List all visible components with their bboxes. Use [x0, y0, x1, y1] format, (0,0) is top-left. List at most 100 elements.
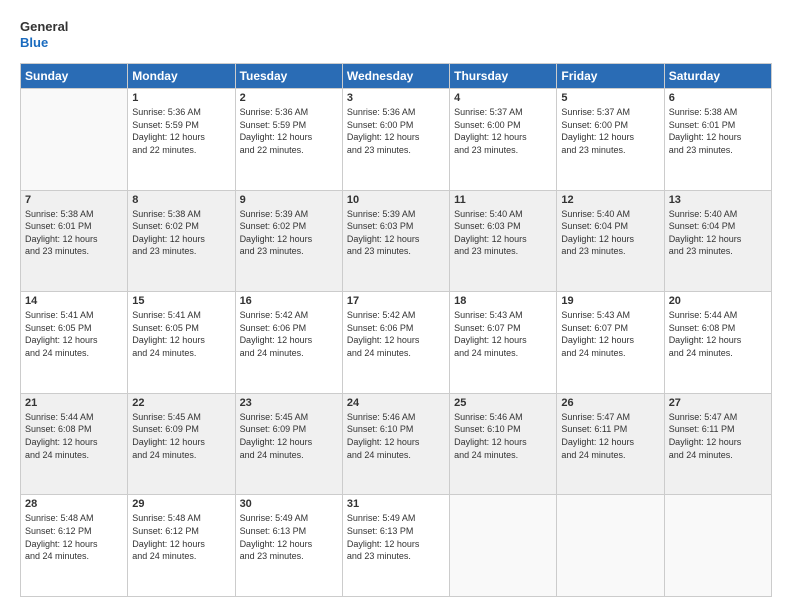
day-info: Sunrise: 5:40 AM Sunset: 6:04 PM Dayligh…	[561, 208, 659, 258]
day-number: 11	[454, 194, 552, 206]
day-number: 12	[561, 194, 659, 206]
calendar-day-cell	[664, 495, 771, 597]
day-info: Sunrise: 5:47 AM Sunset: 6:11 PM Dayligh…	[669, 411, 767, 461]
svg-text:General: General	[20, 19, 68, 34]
calendar-day-cell: 2 Sunrise: 5:36 AM Sunset: 5:59 PM Daylig…	[235, 89, 342, 191]
day-info: Sunrise: 5:43 AM Sunset: 6:07 PM Dayligh…	[561, 309, 659, 359]
day-number: 2	[240, 92, 338, 104]
calendar-day-cell: 4Sunrise: 5:37 AM Sunset: 6:00 PM Daylig…	[450, 89, 557, 191]
weekday-sunday: Sunday	[21, 64, 128, 89]
day-number: 13	[669, 194, 767, 206]
day-info: Sunrise: 5:40 AM Sunset: 6:03 PM Dayligh…	[454, 208, 552, 258]
day-number: 28	[25, 498, 123, 510]
day-info: Sunrise: 5:44 AM Sunset: 6:08 PM Dayligh…	[25, 411, 123, 461]
day-info: Sunrise: 5:41 AM Sunset: 6:05 PM Dayligh…	[132, 309, 230, 359]
calendar-day-cell: 20Sunrise: 5:44 AM Sunset: 6:08 PM Dayli…	[664, 292, 771, 394]
day-info: Sunrise: 5:36 AM Sunset: 6:00 PM Dayligh…	[347, 106, 445, 156]
day-number: 17	[347, 295, 445, 307]
day-info: Sunrise: 5:39 AM Sunset: 6:02 PM Dayligh…	[240, 208, 338, 258]
calendar-day-cell: 22 Sunrise: 5:45 AM Sunset: 6:09 PM Dayli…	[128, 393, 235, 495]
week-row-3: 14 Sunrise: 5:41 AM Sunset: 6:05 PM Dayli…	[21, 292, 772, 394]
day-info: Sunrise: 5:41 AM Sunset: 6:05 PM Dayligh…	[25, 309, 123, 359]
calendar-day-cell: 30Sunrise: 5:49 AM Sunset: 6:13 PM Dayli…	[235, 495, 342, 597]
day-number: 23	[240, 397, 338, 409]
day-number: 9	[240, 194, 338, 206]
day-info: Sunrise: 5:46 AM Sunset: 6:10 PM Dayligh…	[454, 411, 552, 461]
calendar-day-cell: 27 Sunrise: 5:47 AM Sunset: 6:11 PM Dayli…	[664, 393, 771, 495]
day-info: Sunrise: 5:36 AM Sunset: 5:59 PM Dayligh…	[132, 106, 230, 156]
logo-svg: General Blue	[20, 15, 80, 55]
calendar-day-cell: 18 Sunrise: 5:43 AM Sunset: 6:07 PM Dayli…	[450, 292, 557, 394]
weekday-tuesday: Tuesday	[235, 64, 342, 89]
day-info: Sunrise: 5:49 AM Sunset: 6:13 PM Dayligh…	[240, 512, 338, 562]
day-number: 25	[454, 397, 552, 409]
calendar-table: SundayMondayTuesdayWednesdayThursdayFrid…	[20, 63, 772, 597]
day-info: Sunrise: 5:38 AM Sunset: 6:02 PM Dayligh…	[132, 208, 230, 258]
day-number: 14	[25, 295, 123, 307]
calendar-day-cell: 13 Sunrise: 5:40 AM Sunset: 6:04 PM Dayli…	[664, 190, 771, 292]
calendar-day-cell: 19 Sunrise: 5:43 AM Sunset: 6:07 PM Dayli…	[557, 292, 664, 394]
day-info: Sunrise: 5:37 AM Sunset: 6:00 PM Dayligh…	[561, 106, 659, 156]
day-info: Sunrise: 5:49 AM Sunset: 6:13 PM Dayligh…	[347, 512, 445, 562]
day-info: Sunrise: 5:42 AM Sunset: 6:06 PM Dayligh…	[240, 309, 338, 359]
weekday-friday: Friday	[557, 64, 664, 89]
calendar-day-cell: 16 Sunrise: 5:42 AM Sunset: 6:06 PM Dayli…	[235, 292, 342, 394]
calendar-day-cell: 31 Sunrise: 5:49 AM Sunset: 6:13 PM Dayli…	[342, 495, 449, 597]
calendar-day-cell: 12 Sunrise: 5:40 AM Sunset: 6:04 PM Dayli…	[557, 190, 664, 292]
day-info: Sunrise: 5:39 AM Sunset: 6:03 PM Dayligh…	[347, 208, 445, 258]
calendar-day-cell	[21, 89, 128, 191]
calendar-day-cell: 29Sunrise: 5:48 AM Sunset: 6:12 PM Dayli…	[128, 495, 235, 597]
weekday-wednesday: Wednesday	[342, 64, 449, 89]
day-number: 8	[132, 194, 230, 206]
calendar-day-cell: 9 Sunrise: 5:39 AM Sunset: 6:02 PM Daylig…	[235, 190, 342, 292]
day-info: Sunrise: 5:45 AM Sunset: 6:09 PM Dayligh…	[132, 411, 230, 461]
day-info: Sunrise: 5:38 AM Sunset: 6:01 PM Dayligh…	[669, 106, 767, 156]
day-number: 27	[669, 397, 767, 409]
calendar-day-cell: 5 Sunrise: 5:37 AM Sunset: 6:00 PM Daylig…	[557, 89, 664, 191]
day-number: 18	[454, 295, 552, 307]
week-row-5: 28 Sunrise: 5:48 AM Sunset: 6:12 PM Dayli…	[21, 495, 772, 597]
calendar-day-cell: 14 Sunrise: 5:41 AM Sunset: 6:05 PM Dayli…	[21, 292, 128, 394]
day-info: Sunrise: 5:40 AM Sunset: 6:04 PM Dayligh…	[669, 208, 767, 258]
day-info: Sunrise: 5:38 AM Sunset: 6:01 PM Dayligh…	[25, 208, 123, 258]
day-info: Sunrise: 5:45 AM Sunset: 6:09 PM Dayligh…	[240, 411, 338, 461]
day-number: 22	[132, 397, 230, 409]
calendar-day-cell	[450, 495, 557, 597]
calendar-day-cell: 26 Sunrise: 5:47 AM Sunset: 6:11 PM Dayli…	[557, 393, 664, 495]
day-number: 21	[25, 397, 123, 409]
day-info: Sunrise: 5:46 AM Sunset: 6:10 PM Dayligh…	[347, 411, 445, 461]
day-number: 6	[669, 92, 767, 104]
day-number: 19	[561, 295, 659, 307]
day-number: 4	[454, 92, 552, 104]
day-number: 16	[240, 295, 338, 307]
day-number: 1	[132, 92, 230, 104]
calendar-day-cell: 17 Sunrise: 5:42 AM Sunset: 6:06 PM Dayli…	[342, 292, 449, 394]
day-number: 10	[347, 194, 445, 206]
day-number: 5	[561, 92, 659, 104]
day-number: 15	[132, 295, 230, 307]
day-info: Sunrise: 5:36 AM Sunset: 5:59 PM Dayligh…	[240, 106, 338, 156]
header: General Blue	[20, 15, 772, 55]
day-info: Sunrise: 5:48 AM Sunset: 6:12 PM Dayligh…	[25, 512, 123, 562]
calendar-day-cell: 25 Sunrise: 5:46 AM Sunset: 6:10 PM Dayli…	[450, 393, 557, 495]
day-info: Sunrise: 5:43 AM Sunset: 6:07 PM Dayligh…	[454, 309, 552, 359]
weekday-thursday: Thursday	[450, 64, 557, 89]
calendar-day-cell: 7 Sunrise: 5:38 AM Sunset: 6:01 PM Daylig…	[21, 190, 128, 292]
calendar-day-cell: 6 Sunrise: 5:38 AM Sunset: 6:01 PM Daylig…	[664, 89, 771, 191]
day-number: 26	[561, 397, 659, 409]
calendar-day-cell: 23 Sunrise: 5:45 AM Sunset: 6:09 PM Dayli…	[235, 393, 342, 495]
week-row-4: 21 Sunrise: 5:44 AM Sunset: 6:08 PM Dayli…	[21, 393, 772, 495]
svg-text:Blue: Blue	[20, 35, 48, 50]
day-number: 24	[347, 397, 445, 409]
day-info: Sunrise: 5:47 AM Sunset: 6:11 PM Dayligh…	[561, 411, 659, 461]
calendar-day-cell: 15 Sunrise: 5:41 AM Sunset: 6:05 PM Dayli…	[128, 292, 235, 394]
day-number: 31	[347, 498, 445, 510]
day-info: Sunrise: 5:42 AM Sunset: 6:06 PM Dayligh…	[347, 309, 445, 359]
week-row-1: 1 Sunrise: 5:36 AM Sunset: 5:59 PM Daylig…	[21, 89, 772, 191]
calendar-day-cell: 28 Sunrise: 5:48 AM Sunset: 6:12 PM Dayli…	[21, 495, 128, 597]
calendar-day-cell: 10 Sunrise: 5:39 AM Sunset: 6:03 PM Dayli…	[342, 190, 449, 292]
calendar-day-cell: 24 Sunrise: 5:46 AM Sunset: 6:10 PM Dayli…	[342, 393, 449, 495]
weekday-saturday: Saturday	[664, 64, 771, 89]
week-row-2: 7 Sunrise: 5:38 AM Sunset: 6:01 PM Daylig…	[21, 190, 772, 292]
day-number: 7	[25, 194, 123, 206]
